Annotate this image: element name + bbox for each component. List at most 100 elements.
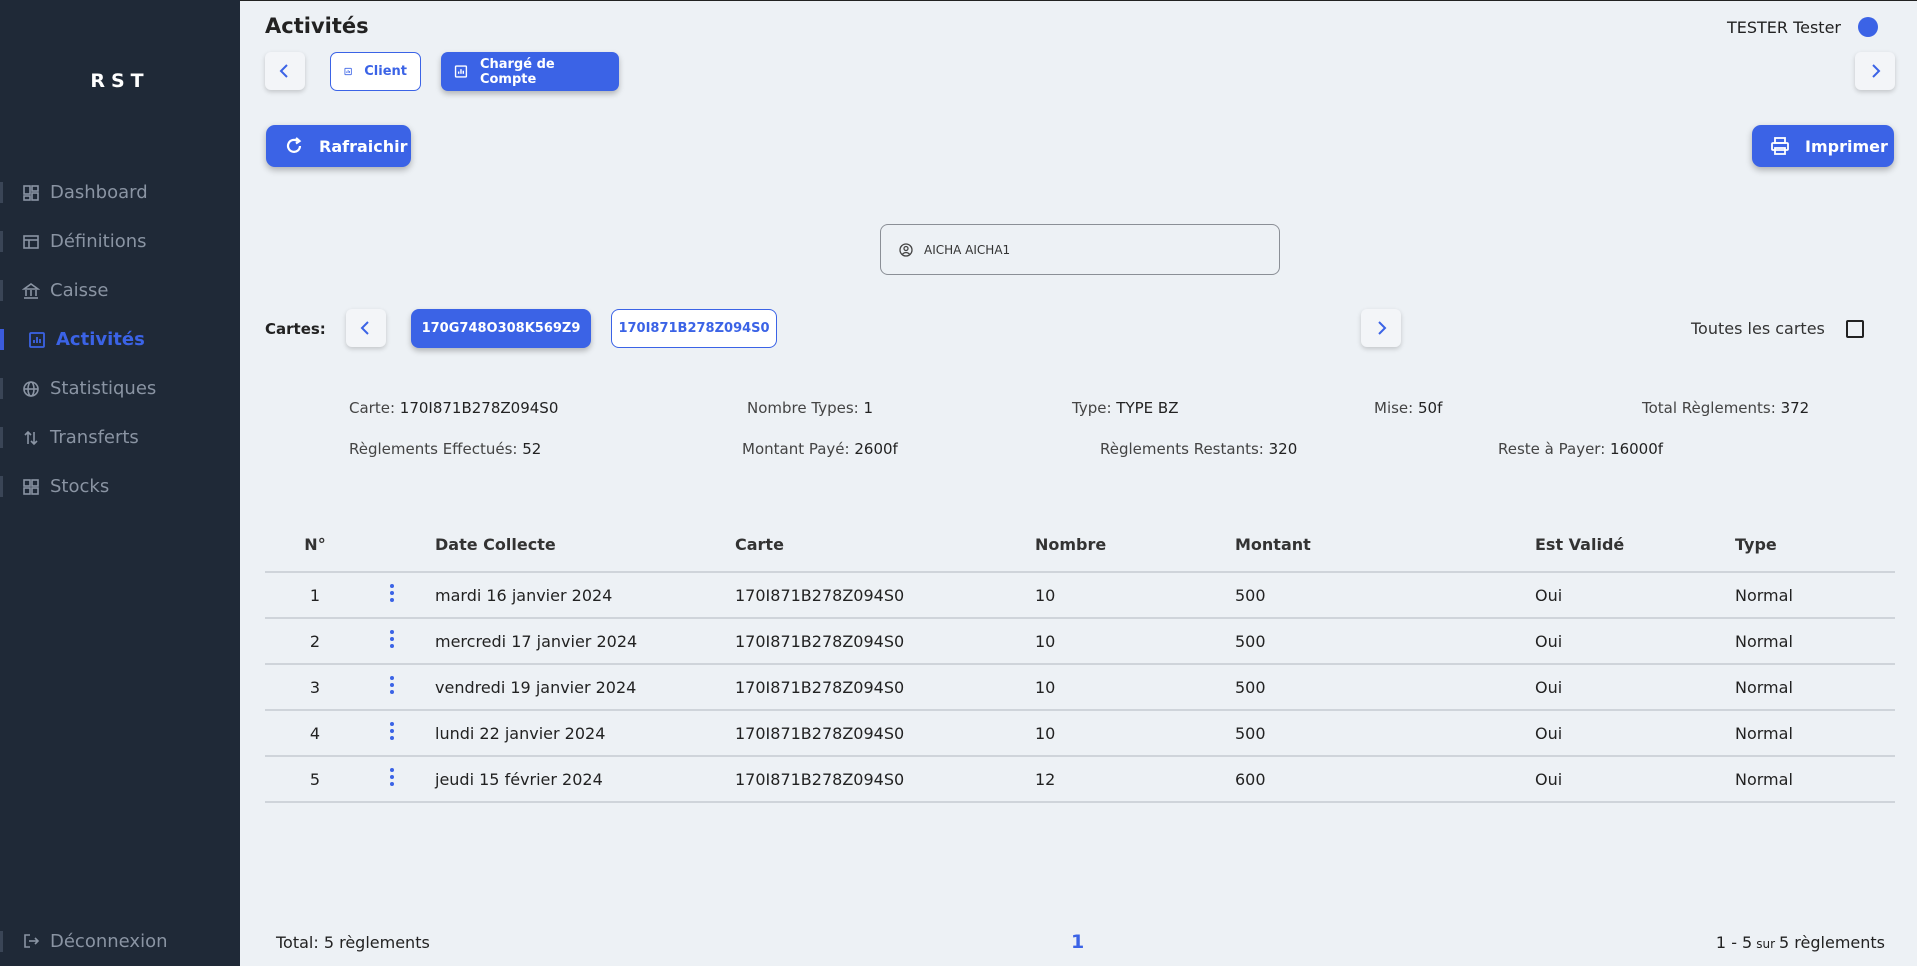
refresh-icon	[286, 137, 302, 153]
detail-mise: Mise: 50f	[1374, 399, 1442, 417]
col-header-montant[interactable]: Montant	[1218, 535, 1518, 554]
table-row[interactable]: 4 lundi 22 janvier 2024 170I871B278Z094S…	[265, 711, 1895, 757]
user-avatar[interactable]	[1858, 17, 1878, 37]
cell-carte: 170I871B278Z094S0	[735, 723, 905, 743]
pagination-range: 1 - 5 sur 5 règlements	[1716, 933, 1885, 952]
tab-charge-de-compte[interactable]: Chargé de Compte	[441, 52, 619, 91]
cell-carte: 170I871B278Z094S0	[735, 631, 905, 651]
carte-chip-selected[interactable]: 170G748O308K569Z9	[411, 309, 591, 348]
sidebar-item-caisse[interactable]: Caisse	[0, 266, 240, 315]
table-row[interactable]: 2 mercredi 17 janvier 2024 170I871B278Z0…	[265, 619, 1895, 665]
cell-type: Normal	[1735, 677, 1793, 697]
carte-chip[interactable]: 170I871B278Z094S0	[611, 309, 777, 348]
cell-no: 2	[309, 631, 321, 651]
detail-nombre-types: Nombre Types: 1	[747, 399, 873, 417]
cell-valide: Oui	[1535, 677, 1563, 697]
cell-no: 3	[309, 677, 321, 697]
printer-icon	[1771, 137, 1789, 155]
sidebar-item-label: Statistiques	[50, 378, 157, 399]
print-button[interactable]: Imprimer	[1752, 125, 1894, 167]
logout-button[interactable]: Déconnexion	[0, 917, 240, 965]
detail-value: 2600f	[854, 440, 898, 458]
tabs-prev-button[interactable]	[265, 52, 305, 90]
detail-value: TYPE BZ	[1116, 399, 1179, 417]
cartes-next-button[interactable]	[1361, 309, 1401, 347]
col-header-nombre[interactable]: Nombre	[1018, 535, 1218, 554]
user-menu[interactable]: TESTER Tester	[1727, 17, 1878, 37]
more-vert-icon[interactable]	[383, 766, 401, 788]
cell-montant: 500	[1235, 677, 1266, 697]
cartes-prev-button[interactable]	[346, 309, 386, 347]
detail-label: Mise:	[1374, 399, 1414, 417]
col-header-type[interactable]: Type	[1718, 535, 1895, 554]
chevron-right-icon	[1378, 321, 1387, 335]
col-header-no[interactable]: N°	[265, 535, 365, 554]
cell-valide: Oui	[1535, 631, 1563, 651]
chevron-left-icon	[360, 321, 369, 335]
nav-indicator	[0, 280, 3, 301]
cell-montant: 500	[1235, 631, 1266, 651]
detail-value: 52	[522, 440, 542, 458]
detail-value: 372	[1780, 399, 1810, 417]
range-end: 5 règlements	[1779, 933, 1885, 952]
sidebar-item-activites[interactable]: Activités	[0, 315, 240, 364]
client-select-value: AICHA AICHA1	[924, 242, 1011, 257]
total-count: Total: 5 règlements	[276, 933, 430, 952]
detail-label: Règlements Restants:	[1100, 440, 1264, 458]
sidebar-item-stocks[interactable]: Stocks	[0, 462, 240, 511]
cell-nombre: 10	[1035, 585, 1056, 605]
sidebar-item-dashboard[interactable]: Dashboard	[0, 168, 240, 217]
reglements-table: N° Date Collecte Carte Nombre Montant Es…	[265, 518, 1895, 803]
sidebar-item-transferts[interactable]: Transferts	[0, 413, 240, 462]
client-select[interactable]: AICHA AICHA1	[880, 224, 1280, 275]
col-header-carte[interactable]: Carte	[718, 535, 1018, 554]
cell-valide: Oui	[1535, 723, 1563, 743]
cell-date: lundi 22 janvier 2024	[435, 723, 606, 743]
detail-reglements-effectues: Règlements Effectués: 52	[349, 440, 541, 458]
range-start: 1 - 5	[1715, 933, 1753, 952]
detail-label: Total Règlements:	[1642, 399, 1776, 417]
detail-total-reglements: Total Règlements: 372	[1642, 399, 1809, 417]
more-vert-icon[interactable]	[383, 674, 401, 696]
pagination-page[interactable]: 1	[1071, 931, 1084, 953]
table-row[interactable]: 5 jeudi 15 février 2024 170I871B278Z094S…	[265, 757, 1895, 803]
sidebar-item-definitions[interactable]: Définitions	[0, 217, 240, 266]
cell-type: Normal	[1735, 631, 1793, 651]
cell-no: 1	[309, 585, 321, 605]
col-header-valide[interactable]: Est Validé	[1518, 535, 1718, 554]
nav-indicator	[0, 427, 3, 448]
sidebar-item-statistiques[interactable]: Statistiques	[0, 364, 240, 413]
table-row[interactable]: 3 vendredi 19 janvier 2024 170I871B278Z0…	[265, 665, 1895, 711]
more-vert-icon[interactable]	[383, 582, 401, 604]
tabs-next-button[interactable]	[1855, 52, 1895, 90]
grid-icon	[23, 478, 39, 495]
cell-montant: 500	[1235, 723, 1266, 743]
tab-label: Chargé de Compte	[479, 56, 555, 87]
detail-value: 50f	[1418, 399, 1443, 417]
cell-carte: 170I871B278Z094S0	[735, 677, 905, 697]
sidebar-item-label: Caisse	[50, 280, 109, 301]
cell-nombre: 10	[1035, 631, 1056, 651]
sidebar-item-label: Activités	[56, 329, 145, 350]
logout-icon	[24, 934, 40, 948]
nav-indicator	[0, 476, 3, 497]
dashboard-icon	[23, 184, 39, 201]
app-logo: RST	[90, 70, 150, 92]
cell-montant: 500	[1235, 585, 1266, 605]
col-header-date[interactable]: Date Collecte	[418, 535, 718, 554]
cell-carte: 170I871B278Z094S0	[735, 585, 905, 605]
tab-client[interactable]: Client	[330, 52, 421, 91]
chevron-right-icon	[1872, 64, 1881, 78]
cell-type: Normal	[1735, 723, 1793, 743]
table-row[interactable]: 1 mardi 16 janvier 2024 170I871B278Z094S…	[265, 573, 1895, 619]
user-circle-icon	[899, 242, 913, 257]
cell-date: jeudi 15 février 2024	[435, 769, 603, 789]
refresh-button[interactable]: Rafraichir	[266, 125, 411, 167]
detail-label: Règlements Effectués:	[349, 440, 518, 458]
detail-label: Reste à Payer:	[1498, 440, 1606, 458]
more-vert-icon[interactable]	[383, 720, 401, 742]
all-cards-checkbox[interactable]	[1846, 320, 1864, 338]
more-vert-icon[interactable]	[383, 628, 401, 650]
sidebar-item-label: Dashboard	[50, 182, 148, 203]
sidebar-item-label: Transferts	[50, 427, 139, 448]
